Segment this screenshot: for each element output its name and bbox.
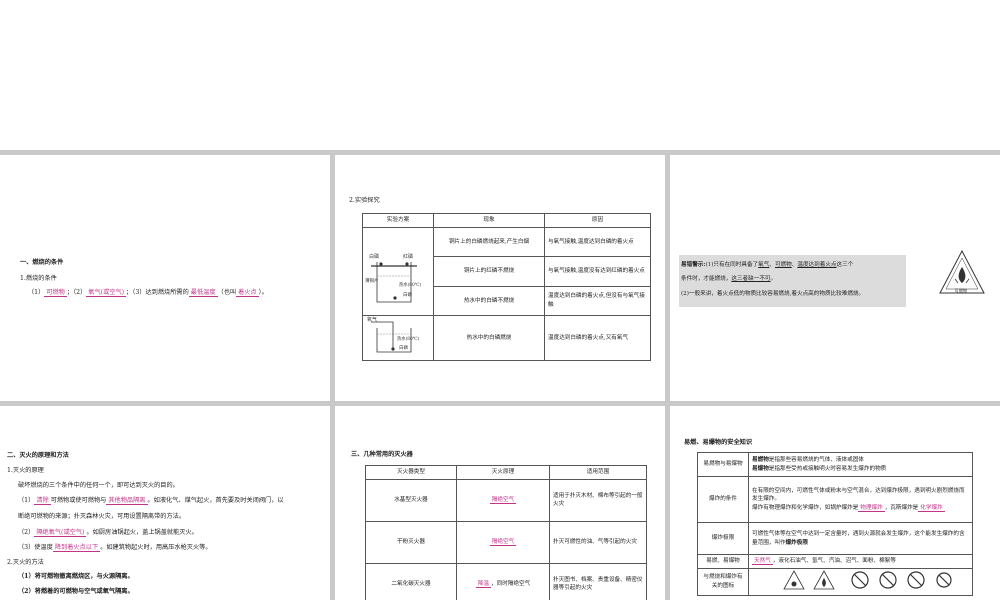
section-heading: 一、燃烧的条件	[20, 259, 64, 266]
warning-line-2: 条件时，才能燃烧，这三者缺一不可。	[681, 276, 777, 282]
row-content-4: 天然气 ，液化石油气、氢气、汽油、沼气、面粉、棉絮等	[748, 554, 973, 569]
extinguisher-table: 灭火器类型 灭火原理 适用范围 水基型灭火器 隔绝空气 适用于扑灭木材、棉布等引…	[365, 465, 647, 600]
flammable-sign-icon	[813, 570, 835, 590]
apparatus-oxygen-tube-icon: 氧气 热水(80℃) 白磷	[367, 316, 420, 353]
th-principle: 灭火原理	[456, 465, 550, 480]
sub-methods: 2.灭火的方法	[7, 559, 44, 566]
principle-item-2: （2） 隔绝氧气(或空气) 。如厨房油锅起火，盖上锅盖就能灭火。	[18, 529, 198, 537]
sub-principle: 1.灭火的原理	[7, 467, 44, 474]
row-content-2: 在有限的空间内，可燃性气体或粉末与空气混合，达到爆炸极限，遇到明火剧烈燃烧而发生…	[748, 476, 973, 523]
method-2: （2）将燃着的可燃物与空气或氧气隔离。	[18, 588, 134, 595]
principle-3: 降温 ，同时隔绝空气	[456, 562, 550, 600]
no-fire-icon	[936, 572, 952, 588]
th-reason: 原因	[544, 213, 651, 228]
slide-extinguishers: 三、几种常用的灭火器 灭火器类型 灭火原理 适用范围 水基型灭火器 隔绝空气 适…	[335, 406, 665, 600]
th-type: 灭火器类型	[365, 465, 457, 480]
experiment-table: 实验方案 现象 原因 白磷 红磷 薄铜片 热水(80℃) 白磷 铜片上的白磷燃烧…	[362, 213, 651, 361]
section-heading-3: 三、几种常用的灭火器	[351, 451, 413, 458]
answer-oxygen: 氧气(或空气)	[86, 289, 127, 297]
slide-warning: 易错警示:(1)只有在同时具备了氧气、可燃物、温度达到着火点这三个 条件时，才能…	[670, 155, 1000, 401]
phenomenon-3: 热水中的白磷不燃烧	[433, 285, 545, 317]
principle-2: 隔绝空气	[456, 520, 550, 564]
answer-min-temp: 最低温度	[188, 289, 218, 297]
svg-text:热水(80℃): 热水(80℃)	[399, 281, 422, 288]
answer-ignition-point: 着火点	[236, 289, 259, 297]
warning-line-1: 易错警示:(1)只有在同时具备了氧气、可燃物、温度达到着火点这三个	[681, 262, 854, 268]
slide-safety: 易燃、易爆物的安全知识 易燃物与易爆物 易燃物是指那些容易燃烧的气体、液体或固体…	[670, 406, 1000, 600]
reason-4: 温度达到白磷的着火点,又有氧气	[544, 315, 651, 361]
safety-icons-strip	[783, 570, 952, 590]
slide-extinguish-principle: 二、灭火的原理和方法 1.灭火的原理 破坏燃烧的三个条件中的任何一个，即可达到灭…	[0, 406, 330, 600]
reason-1: 与氧气接触,温度达到白磷的着火点	[544, 226, 651, 258]
th-phenomenon: 现象	[433, 213, 545, 228]
svg-text:白磷: 白磷	[399, 344, 408, 351]
answer-isolate: 其他物品隔离	[106, 497, 148, 505]
warning-label: 易错警示:	[681, 262, 706, 268]
apparatus-copper-sheet-icon: 白磷 红磷 薄铜片 热水(80℃) 白磷	[365, 253, 422, 303]
svg-text:白磷: 白磷	[369, 253, 379, 260]
section-heading-2: 二、灭火的原理和方法	[7, 452, 69, 459]
warning-line-3: (2)一般来讲，着火点低的物质比较容易燃烧,着火点高的物质比较难燃烧。	[681, 291, 865, 297]
safety-title: 易燃、易爆物的安全知识	[684, 439, 753, 446]
answer-combustible: 可燃物	[44, 289, 67, 297]
no-fireworks-icon	[879, 571, 897, 589]
conditions-line: （1） 可燃物 ；（2） 氧气(或空气) ；（3）达到燃烧所需的 最低温度 （也叫 着火点）。	[28, 289, 268, 297]
flammable-triangle-icon: 可燃物	[939, 249, 985, 294]
phenomenon-4: 热水中的白磷燃烧	[433, 315, 545, 361]
scope-2: 扑灭可燃性的油、气等引起的火灾	[549, 520, 647, 564]
svg-text:热水(80℃): 热水(80℃)	[397, 335, 420, 342]
principle-1: 隔绝空气	[456, 478, 550, 522]
figure-setup-1: 白磷 红磷 薄铜片 热水(80℃) 白磷	[362, 226, 434, 317]
row-content-3: 可燃性气体等在空气中达到一定含量时，遇到火源就会发生爆炸，这个能发生爆炸的含量范…	[748, 522, 973, 555]
answer-isolate-oxygen: 隔绝氧气(或空气)	[34, 529, 87, 537]
th-scope: 适用范围	[549, 465, 647, 480]
row-label-2: 爆炸的条件	[697, 476, 749, 523]
slide-combustion-conditions: 一、燃烧的条件 1.燃烧的条件 （1） 可燃物 ；（2） 氧气(或空气) ；（3）达到燃…	[0, 155, 330, 401]
answer-below-ignition: 降到着火点以下	[52, 544, 101, 552]
scope-3: 扑灭图书、档案、贵重设备、精密仪器等引起的火灾	[549, 562, 647, 600]
type-3: 二氧化碳灭火器	[365, 562, 457, 600]
principle-item-1b: 断绝可燃物的来源；扑灭森林火灾，可用设置隔离带的方法。	[18, 513, 186, 520]
type-1: 水基型灭火器	[365, 478, 457, 522]
logo-text: 可燃物	[955, 287, 968, 294]
th-plan: 实验方案	[362, 213, 434, 228]
svg-text:氧气: 氧气	[367, 316, 377, 323]
experiment-title: 2.实验探究	[349, 197, 380, 204]
svg-text:红磷: 红磷	[403, 253, 413, 260]
no-open-flame-icon	[907, 571, 925, 589]
figure-setup-2: 氧气 热水(80℃) 白磷	[362, 315, 434, 361]
reason-3: 温度达到白磷的着火点,但没有与氧气接触	[544, 285, 651, 317]
svg-text:薄铜片: 薄铜片	[365, 277, 379, 284]
slide-experiment: 2.实验探究 实验方案 现象 原因 白磷 红磷 薄铜片 热水(80℃) 白磷 铜…	[335, 155, 665, 401]
scope-1: 适用于扑灭木材、棉布等引起的一般火灾	[549, 478, 647, 522]
row-label-5: 与燃烧和爆炸有关的图标	[697, 568, 749, 596]
no-smoking-icon	[851, 571, 869, 589]
principle-item-3: （3）使温度 降到着火点以下 。如建筑物起火时，用高压水枪灭火等。	[18, 544, 212, 552]
reason-2: 与氧气接触,温度没有达到红磷的着火点	[544, 256, 651, 287]
principle-item-1a: （1） 清除 可燃物或使可燃物与 其他物品隔离 。如液化气、煤气起火，首先要及时关闭阀门…	[18, 497, 284, 505]
phenomenon-1: 铜片上的白磷燃烧起来,产生白烟	[433, 226, 545, 258]
sub-heading: 1.燃烧的条件	[20, 275, 57, 282]
explosive-sign-icon	[783, 570, 805, 590]
method-1: （1）将可燃物撤离燃烧区，与火源隔离。	[18, 573, 134, 580]
phenomenon-2: 铜片上的红磷不燃烧	[433, 256, 545, 287]
answer-remove: 清除	[34, 497, 51, 505]
blank-top-slide	[0, 0, 1000, 150]
principle-line: 破坏燃烧的三个条件中的任何一个，即可达到灭火的目的。	[18, 482, 179, 489]
row-label-4: 易燃、易爆物	[697, 554, 749, 569]
row-label-1: 易燃物与易爆物	[697, 452, 749, 477]
safety-table: 易燃物与易爆物 易燃物是指那些容易燃烧的气体、液体或固体 易爆物是指那些受热或接…	[697, 452, 973, 596]
row-content-1: 易燃物是指那些容易燃烧的气体、液体或固体 易爆物是指那些受热或接触明火时容易发生…	[748, 452, 973, 477]
row-content-5	[748, 568, 973, 596]
row-label-3: 爆炸极限	[697, 522, 749, 555]
svg-text:白磷: 白磷	[403, 291, 412, 298]
type-2: 干粉灭火器	[365, 520, 457, 564]
